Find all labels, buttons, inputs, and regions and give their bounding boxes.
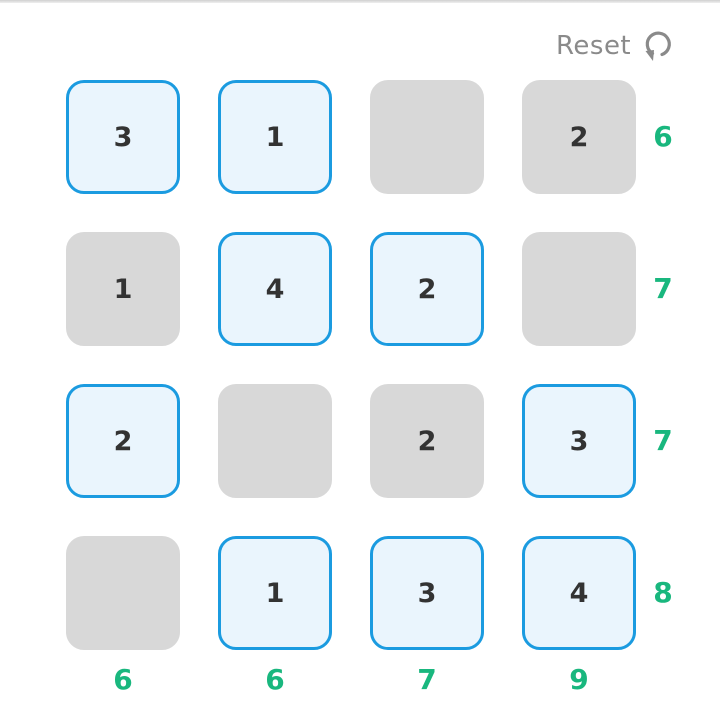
row-sum-2: 7 (653, 272, 673, 305)
grid-tile-r2-c3[interactable]: 2 (370, 232, 484, 346)
top-divider (0, 0, 720, 3)
column-sum-4: 9 (569, 663, 589, 696)
grid-tile-r4-c4[interactable]: 4 (522, 536, 636, 650)
grid-tile-r1-c4[interactable]: 2 (522, 80, 636, 194)
grid-tile-r4-c2[interactable]: 1 (218, 536, 332, 650)
grid-tile-r3-c4[interactable]: 3 (522, 384, 636, 498)
grid-tile-r4-c1[interactable] (66, 536, 180, 650)
reset-label: Reset (556, 31, 632, 61)
grid-tile-r3-c3[interactable]: 2 (370, 384, 484, 498)
grid-tile-r4-c3[interactable]: 3 (370, 536, 484, 650)
grid-tile-r2-c2[interactable]: 4 (218, 232, 332, 346)
column-sum-1: 6 (113, 663, 133, 696)
column-sum-3: 7 (417, 663, 437, 696)
column-sum-2: 6 (265, 663, 285, 696)
row-sum-3: 7 (653, 424, 673, 457)
grid-tile-r1-c1[interactable]: 3 (66, 80, 180, 194)
refresh-icon (641, 26, 673, 66)
row-sum-4: 8 (653, 576, 673, 609)
reset-button[interactable]: Reset (556, 26, 673, 66)
grid-tile-r1-c2[interactable]: 1 (218, 80, 332, 194)
row-sum-1: 6 (653, 120, 673, 153)
grid-tile-r2-c1[interactable]: 1 (66, 232, 180, 346)
grid-tile-r1-c3[interactable] (370, 80, 484, 194)
grid-tile-r3-c2[interactable] (218, 384, 332, 498)
grid-tile-r3-c1[interactable]: 2 (66, 384, 180, 498)
grid-tile-r2-c4[interactable] (522, 232, 636, 346)
puzzle-page: Reset 312142223134 6778 6679 (0, 0, 720, 702)
